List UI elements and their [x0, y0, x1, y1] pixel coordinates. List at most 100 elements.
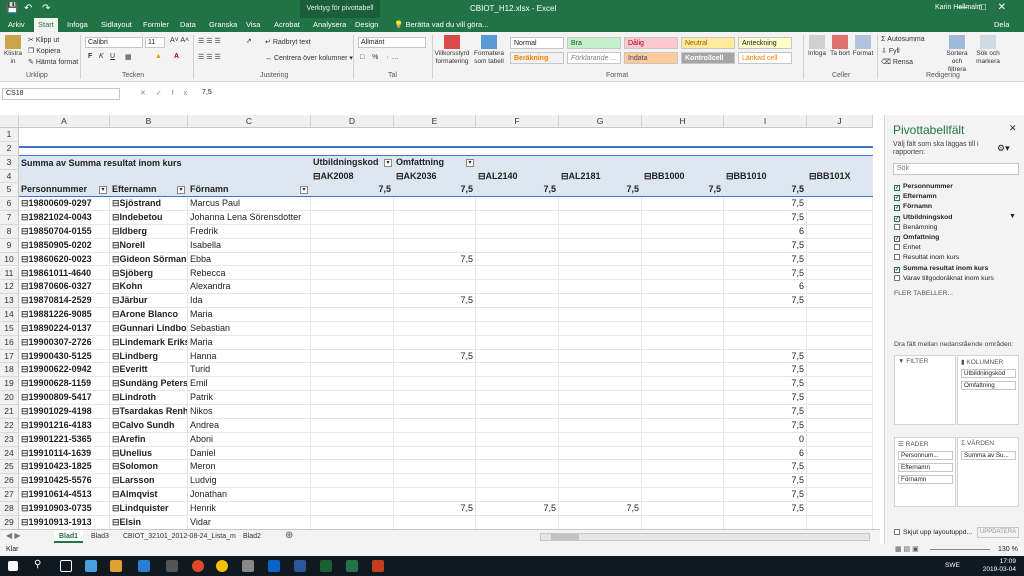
fornamn-cell[interactable]: Vidar — [188, 515, 311, 529]
dropdown-icon[interactable]: ▾ — [300, 186, 308, 195]
value-cell[interactable] — [642, 363, 724, 378]
value-cell[interactable] — [807, 238, 873, 253]
row-header[interactable]: 20 — [0, 391, 19, 405]
value-cell[interactable] — [311, 266, 394, 281]
value-cell[interactable] — [642, 391, 724, 405]
sort-filter-button[interactable]: Sortera och filtrera — [942, 35, 972, 74]
tab-infoga[interactable]: Infoga — [63, 18, 92, 32]
checkbox-checked-icon[interactable]: ✓ — [894, 195, 900, 202]
fornamn-cell[interactable]: Patrik — [188, 391, 311, 405]
value-cell[interactable] — [807, 460, 873, 475]
value-cell[interactable]: 7,5 — [724, 405, 807, 419]
value-cell[interactable] — [394, 446, 476, 461]
row-header-cell[interactable]: Förnamn — [188, 183, 311, 198]
value-cell[interactable]: 7,5 — [724, 460, 807, 475]
efternamn-cell[interactable]: ⊟Sjöstrand — [110, 197, 188, 212]
store-icon[interactable] — [166, 560, 178, 572]
checkbox-icon[interactable] — [894, 254, 900, 261]
value-cell[interactable] — [559, 266, 642, 281]
value-cell[interactable]: 7,5 — [724, 266, 807, 281]
value-cell[interactable] — [807, 197, 873, 212]
column-header[interactable]: I — [724, 115, 807, 128]
value-cell[interactable] — [807, 391, 873, 405]
value-cell[interactable] — [642, 501, 724, 516]
rows-zone-item[interactable]: Efternamn — [898, 463, 953, 472]
value-cell[interactable] — [476, 238, 559, 253]
row-header[interactable]: 6 — [0, 197, 19, 212]
field-item[interactable]: Resultat inom kurs — [894, 253, 959, 263]
col-code-cell[interactable]: ⊟AK2036 — [394, 169, 476, 184]
personnummer-cell[interactable]: ⊟19850905-0202 — [19, 238, 110, 253]
collapse-icon[interactable]: ⊟ — [21, 461, 29, 471]
tab-arkiv[interactable]: Arkiv — [4, 18, 29, 32]
personnummer-cell[interactable]: ⊟19850704-0155 — [19, 224, 110, 239]
value-cell[interactable] — [642, 349, 724, 364]
personnummer-cell[interactable]: ⊟19860620-0023 — [19, 252, 110, 267]
filter-zone[interactable]: ▼ FILTER — [894, 355, 956, 425]
column-header[interactable]: F — [476, 115, 559, 128]
collapse-icon[interactable]: ⊟ — [21, 517, 29, 527]
fill-button[interactable]: ⇩ Fyll — [881, 47, 900, 55]
column-header[interactable]: G — [559, 115, 642, 128]
value-cell[interactable] — [311, 474, 394, 489]
format-painter-button[interactable]: ✎ Hämta format — [28, 58, 78, 66]
row-header[interactable]: 19 — [0, 377, 19, 392]
rows-zone-item[interactable]: Förnamn — [898, 475, 953, 484]
underline-icon[interactable]: U — [110, 53, 115, 60]
personnummer-cell[interactable]: ⊟19900307-2726 — [19, 335, 110, 350]
collapse-icon[interactable]: ⊟ — [112, 281, 120, 291]
tab-acrobat[interactable]: Acrobat — [270, 18, 304, 32]
collapse-icon[interactable]: ⊟ — [21, 226, 29, 236]
efternamn-cell[interactable]: ⊟Sundäng Peters — [110, 377, 188, 392]
personnummer-cell[interactable]: ⊟19901216-4183 — [19, 418, 110, 433]
tab-data[interactable]: Data — [176, 18, 200, 32]
value-cell[interactable] — [476, 308, 559, 322]
fornamn-cell[interactable]: Turid — [188, 363, 311, 378]
value-cell[interactable] — [394, 308, 476, 322]
efternamn-cell[interactable]: ⊟Lindquister — [110, 501, 188, 516]
collapse-icon[interactable]: ⊟ — [112, 212, 120, 222]
tab-start[interactable]: Start — [34, 18, 58, 32]
collapse-icon[interactable]: ⊟ — [396, 171, 404, 181]
value-cell[interactable] — [724, 308, 807, 322]
clear-button[interactable]: ⌫ Rensa — [881, 58, 913, 66]
collapse-icon[interactable]: ⊟ — [112, 337, 120, 347]
chrome-icon[interactable] — [216, 560, 228, 572]
efternamn-cell[interactable]: ⊟Lindroth — [110, 391, 188, 405]
style-neutral[interactable]: Neutral — [681, 37, 735, 49]
personnummer-cell[interactable]: ⊟19910903-0735 — [19, 501, 110, 516]
border-icon[interactable]: ▦ — [125, 53, 132, 61]
row-header[interactable]: 11 — [0, 266, 19, 281]
column-header[interactable]: D — [311, 115, 394, 128]
word-icon[interactable] — [294, 560, 306, 572]
value-cell[interactable] — [311, 308, 394, 322]
excel-icon[interactable] — [346, 560, 358, 572]
orientation-icon[interactable]: ⇗ — [246, 37, 252, 45]
efternamn-cell[interactable]: ⊟Järbur — [110, 294, 188, 309]
collapse-icon[interactable]: ⊟ — [112, 489, 120, 499]
value-cell[interactable] — [559, 418, 642, 433]
value-cell[interactable] — [476, 391, 559, 405]
update-button[interactable]: UPPDATERA — [977, 527, 1019, 538]
fornamn-cell[interactable]: Ludvig — [188, 474, 311, 489]
efternamn-cell[interactable]: ⊟Idberg — [110, 224, 188, 239]
efternamn-cell[interactable]: ⊟Everitt — [110, 363, 188, 378]
value-cell[interactable] — [807, 211, 873, 225]
collapse-icon[interactable]: ⊟ — [112, 475, 120, 485]
value-cell[interactable] — [642, 515, 724, 529]
personnummer-cell[interactable]: ⊟19900622-0942 — [19, 363, 110, 378]
efternamn-cell[interactable]: ⊟Elsin — [110, 515, 188, 529]
collapse-icon[interactable]: ⊟ — [478, 171, 486, 181]
redo-icon[interactable]: ↷ — [42, 3, 50, 14]
row-header[interactable]: 18 — [0, 363, 19, 378]
fornamn-cell[interactable]: Sebastian — [188, 321, 311, 336]
collapse-icon[interactable]: ⊟ — [112, 420, 120, 430]
value-cell[interactable] — [807, 418, 873, 433]
value-cell[interactable] — [311, 460, 394, 475]
save-icon[interactable]: 💾 — [6, 3, 18, 14]
value-cell[interactable] — [476, 197, 559, 212]
value-cell[interactable] — [642, 488, 724, 502]
row-header[interactable]: 10 — [0, 252, 19, 267]
row-header[interactable]: 17 — [0, 349, 19, 364]
italic-icon[interactable]: K — [99, 53, 104, 60]
